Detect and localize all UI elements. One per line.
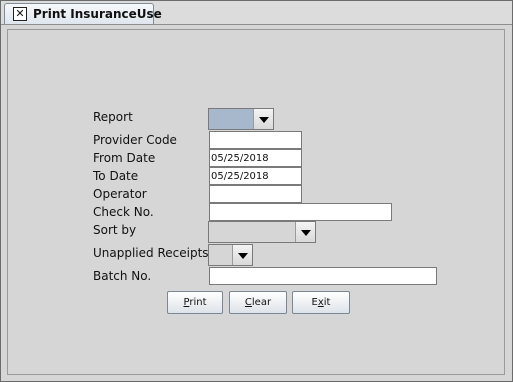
sort-by-combo[interactable]: [208, 221, 316, 243]
report-label: Report: [93, 110, 133, 124]
clear-button[interactable]: Clear: [229, 291, 287, 314]
report-combo[interactable]: [208, 108, 274, 130]
to-date-field[interactable]: [209, 167, 302, 185]
chevron-down-icon[interactable]: [232, 245, 252, 265]
from-date-field[interactable]: [209, 149, 302, 167]
from-date-label: From Date: [93, 151, 156, 165]
batch-no-field[interactable]: [209, 267, 437, 285]
provider-code-field[interactable]: [209, 131, 302, 149]
chevron-down-icon[interactable]: [295, 222, 315, 242]
unapplied-receipts-combo-value: [209, 245, 232, 265]
clear-label-rest: lear: [251, 297, 272, 308]
to-date-label: To Date: [93, 169, 139, 183]
exit-button[interactable]: Exit: [292, 291, 350, 314]
provider-code-label: Provider Code: [93, 133, 177, 147]
print-label-rest: rint: [189, 297, 207, 308]
tab-title: Print InsuranceUse: [33, 7, 162, 21]
chevron-down-icon[interactable]: [253, 109, 273, 129]
tab-print-insurance-use[interactable]: ✕ Print InsuranceUse: [4, 3, 162, 24]
clear-mnemonic: C: [244, 297, 252, 308]
operator-field[interactable]: [209, 185, 302, 203]
operator-label: Operator: [93, 187, 147, 201]
print-button[interactable]: Print: [167, 291, 223, 314]
report-combo-value: [209, 109, 253, 129]
check-no-label: Check No.: [93, 205, 154, 219]
tab-strip: ✕ Print InsuranceUse: [1, 1, 512, 25]
sort-by-label: Sort by: [93, 223, 137, 237]
window-frame: ✕ Print InsuranceUse Report Provider Cod…: [0, 0, 513, 382]
exit-label-rest: it: [323, 297, 331, 308]
batch-no-label: Batch No.: [93, 269, 152, 283]
unapplied-receipts-combo[interactable]: [208, 244, 253, 266]
check-no-field[interactable]: [209, 203, 392, 221]
sort-by-combo-value: [209, 222, 295, 242]
close-icon[interactable]: ✕: [13, 7, 27, 21]
unapplied-receipts-label: Unapplied Receipts: [93, 246, 209, 260]
